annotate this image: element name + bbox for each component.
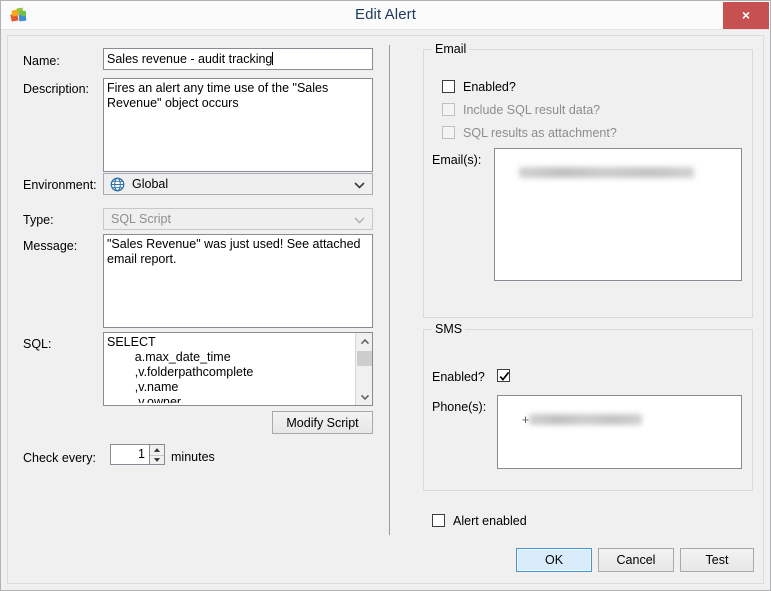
sms-enabled-label: Enabled? (432, 370, 485, 384)
sql-vertical-scrollbar[interactable] (355, 333, 372, 405)
scrollbar-thumb[interactable] (357, 351, 372, 366)
ok-button[interactable]: OK (516, 548, 592, 572)
phones-input[interactable]: +██████████████ (497, 395, 742, 469)
environment-label: Environment: (23, 178, 97, 192)
check-every-units: minutes (171, 450, 215, 464)
check-every-label: Check every: (23, 451, 96, 465)
email-enabled-checkbox[interactable] (442, 80, 455, 93)
phones-value: ██████████████ (529, 414, 643, 425)
sms-group-title: SMS (432, 322, 466, 336)
scroll-up-icon[interactable] (356, 333, 372, 350)
environment-value: Global (132, 177, 169, 191)
type-label: Type: (23, 213, 54, 227)
modify-script-button[interactable]: Modify Script (272, 411, 373, 434)
stepper-up-icon[interactable] (150, 445, 164, 455)
emails-value: ████████████████████████ (518, 167, 694, 178)
sql-label: SQL: (23, 337, 52, 351)
quantity-stepper[interactable] (149, 444, 165, 465)
check-every-value: 1 (138, 447, 145, 461)
message-label: Message: (23, 239, 78, 253)
type-value: SQL Script (111, 212, 171, 226)
chevron-down-icon-disabled (354, 214, 365, 224)
chevron-down-icon (354, 179, 365, 189)
check-every-input[interactable]: 1 (110, 444, 150, 465)
edit-alert-dialog: Edit Alert × Name: Sales revenue - audit… (0, 0, 771, 591)
sql-input[interactable]: SELECT a.max_date_time ,v.folderpathcomp… (107, 335, 353, 403)
name-label: Name: (23, 54, 60, 68)
sql-input-container[interactable]: SELECT a.max_date_time ,v.folderpathcomp… (103, 332, 373, 406)
sql-results-attachment-label: SQL results as attachment? (463, 126, 617, 140)
type-dropdown: SQL Script (103, 208, 373, 230)
description-label: Description: (23, 82, 89, 96)
email-group-title: Email (432, 42, 470, 56)
message-input[interactable]: "Sales Revenue" was just used! See attac… (103, 234, 373, 328)
title-bar: Edit Alert × (1, 1, 770, 30)
include-sql-result-checkbox (442, 103, 455, 116)
cancel-button[interactable]: Cancel (598, 548, 674, 572)
stepper-down-icon[interactable] (150, 454, 164, 465)
alert-enabled-checkbox[interactable] (432, 514, 445, 527)
window-title: Edit Alert (354, 6, 417, 23)
close-icon[interactable]: × (723, 2, 769, 29)
scroll-down-icon[interactable] (356, 388, 372, 405)
emails-label: Email(s): (432, 153, 482, 167)
description-input[interactable]: Fires an alert any time use of the "Sale… (103, 78, 373, 172)
sms-enabled-checkbox[interactable] (497, 369, 510, 382)
name-input[interactable]: Sales revenue - audit tracking (103, 48, 373, 70)
dialog-client-area: Name: Sales revenue - audit tracking Des… (7, 35, 764, 584)
environment-dropdown[interactable]: Global (103, 173, 373, 195)
phones-label: Phone(s): (432, 400, 487, 414)
globe-icon (110, 177, 125, 192)
panel-divider (389, 45, 390, 535)
include-sql-result-label: Include SQL result data? (463, 103, 601, 117)
phone-plus-prefix: + (521, 413, 530, 427)
email-enabled-label: Enabled? (463, 80, 516, 94)
alert-enabled-label: Alert enabled (453, 514, 527, 528)
emails-input[interactable]: ████████████████████████ (494, 148, 742, 281)
sql-results-attachment-checkbox (442, 126, 455, 139)
test-button[interactable]: Test (680, 548, 754, 572)
